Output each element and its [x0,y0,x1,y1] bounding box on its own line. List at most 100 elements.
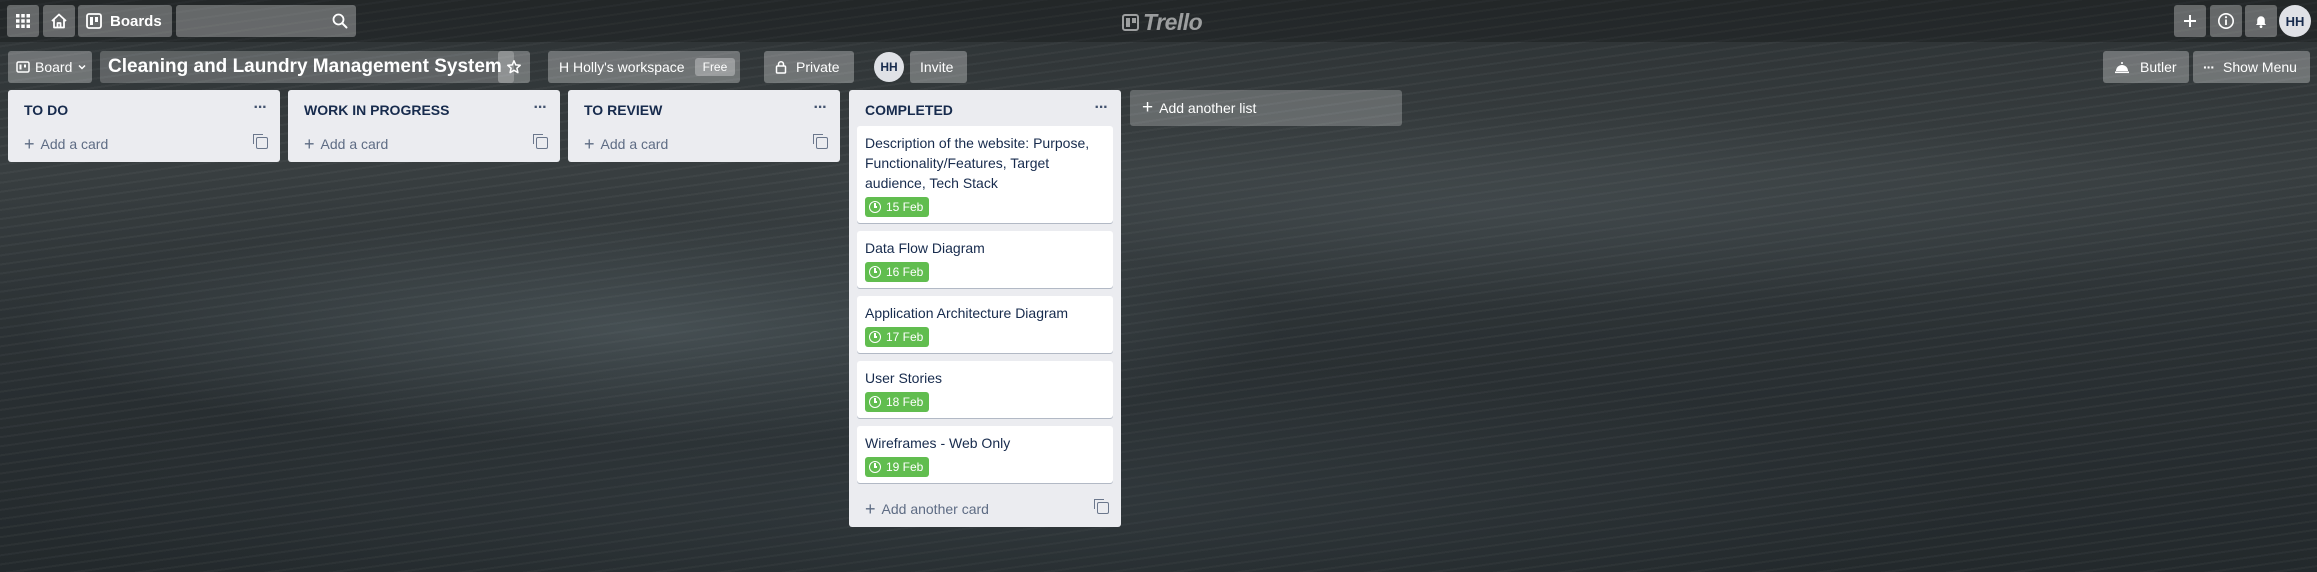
star-board-button[interactable] [498,51,530,83]
list-menu-icon[interactable]: ··· [1091,98,1111,118]
card-title: Description of the website: Purpose, Fun… [865,135,1090,191]
board-view-icon [16,61,30,73]
list-menu-icon[interactable]: ··· [810,98,830,118]
trello-logo-icon [1122,14,1139,31]
add-card-button[interactable]: + Add a card [568,126,840,162]
top-nav-bar: Boards Trello HH [0,0,2317,42]
add-list-button[interactable]: + Add another list [1130,90,1402,126]
info-button[interactable] [2210,5,2242,37]
list-title[interactable]: TO REVIEW [584,102,662,118]
bell-icon [2256,16,2266,28]
home-button[interactable] [43,5,75,37]
search-input[interactable] [176,5,338,39]
card-template-icon[interactable] [253,134,268,149]
apps-button[interactable] [7,5,39,37]
home-icon [51,13,67,29]
list-title[interactable]: WORK IN PROGRESS [304,102,449,118]
board-icon [86,13,102,29]
card-title: Wireframes - Web Only [865,435,1011,451]
clock-icon [869,396,881,408]
card[interactable]: Wireframes - Web Only 19 Feb [857,426,1113,483]
card-title: Application Architecture Diagram [865,305,1069,321]
notifications-button[interactable] [2245,5,2277,37]
list-work-in-progress: WORK IN PROGRESS ··· + Add a card [288,90,560,162]
invite-label: Invite [920,59,954,75]
due-date-badge[interactable]: 16 Feb [865,262,930,282]
board-view-switcher[interactable]: Board [8,51,92,83]
show-menu-button[interactable]: ··· Show Menu [2193,51,2310,83]
card-template-icon[interactable] [813,134,828,149]
workspace-label: H Holly's workspace [559,59,685,75]
plus-icon: + [865,498,876,519]
butler-label: Butler [2140,59,2177,75]
due-date-badge[interactable]: 18 Feb [865,392,930,412]
card[interactable]: User Stories 18 Feb [857,361,1113,418]
clock-icon [869,331,881,343]
invite-button[interactable]: Invite [910,51,967,83]
card[interactable]: Description of the website: Purpose, Fun… [857,126,1113,223]
clock-icon [869,461,881,473]
card-template-icon[interactable] [533,134,548,149]
due-date-badge[interactable]: 15 Feb [865,197,930,217]
plus-icon: + [24,133,35,154]
list-to-review: TO REVIEW ··· + Add a card [568,90,840,162]
plan-badge: Free [694,58,736,76]
butler-button[interactable]: Butler [2103,51,2189,83]
member-avatar[interactable]: HH [874,52,904,82]
add-card-button[interactable]: + Add another card [849,491,1121,527]
add-card-label: Add a card [600,136,669,152]
visibility-label: Private [796,59,840,75]
list-menu-icon[interactable]: ··· [250,98,270,118]
list-header: TO REVIEW ··· [568,90,840,126]
board-title[interactable]: Cleaning and Laundry Management System [100,51,514,83]
clock-icon [869,266,881,278]
visibility-button[interactable]: Private [764,51,854,83]
due-date-text: 18 Feb [886,395,924,409]
list-completed: COMPLETED ··· Description of the website… [849,90,1121,527]
chevron-down-icon [78,64,86,70]
due-date-text: 15 Feb [886,200,924,214]
search-icon[interactable] [332,13,348,29]
create-button[interactable] [2174,5,2206,37]
due-date-badge[interactable]: 19 Feb [865,457,930,477]
plus-icon: + [584,133,595,154]
add-card-label: Add another card [881,501,989,517]
due-date-text: 19 Feb [886,460,924,474]
butler-bell-icon [2115,62,2129,74]
due-date-text: 16 Feb [886,265,924,279]
due-date-badge[interactable]: 17 Feb [865,327,930,347]
add-card-label: Add a card [40,136,109,152]
add-card-button[interactable]: + Add a card [288,126,560,162]
card-title: Data Flow Diagram [865,240,985,256]
user-avatar[interactable]: HH [2279,5,2311,37]
info-icon [2218,13,2234,29]
list-header: TO DO ··· [8,90,280,126]
plus-icon: + [304,133,315,154]
add-card-button[interactable]: + Add a card [8,126,280,162]
list-menu-icon[interactable]: ··· [530,98,550,118]
trello-logo[interactable]: Trello [1122,9,1203,36]
lock-icon [775,60,787,74]
card-template-icon[interactable] [1094,499,1109,514]
list-title[interactable]: TO DO [24,102,68,118]
clock-icon [869,201,881,213]
search-box [176,5,356,39]
workspace-button[interactable]: H Holly's workspace Free [548,51,740,83]
card[interactable]: Application Architecture Diagram 17 Feb [857,296,1113,353]
list-header: COMPLETED ··· [849,90,1121,126]
logo-text: Trello [1143,9,1203,35]
card[interactable]: Data Flow Diagram 16 Feb [857,231,1113,288]
plus-icon [2184,15,2196,27]
boards-label: Boards [110,12,162,30]
add-card-label: Add a card [320,136,389,152]
plus-icon: + [1142,97,1154,118]
grid-icon [16,14,30,28]
more-dots-icon: ··· [2203,59,2215,75]
list-title[interactable]: COMPLETED [865,102,953,118]
add-list-label: Add another list [1159,100,1257,116]
due-date-text: 17 Feb [886,330,924,344]
show-menu-label: Show Menu [2223,59,2297,75]
boards-button[interactable]: Boards [78,5,172,37]
list-todo: TO DO ··· + Add a card [8,90,280,162]
star-icon [507,60,521,74]
